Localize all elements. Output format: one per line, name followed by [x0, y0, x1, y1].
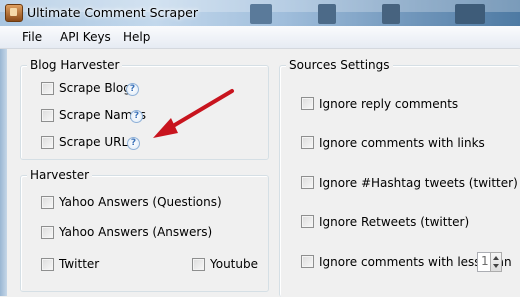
annotation-arrow-head	[153, 118, 178, 138]
annotation-arrow-shaft	[166, 89, 234, 131]
annotation-arrow	[153, 89, 234, 138]
